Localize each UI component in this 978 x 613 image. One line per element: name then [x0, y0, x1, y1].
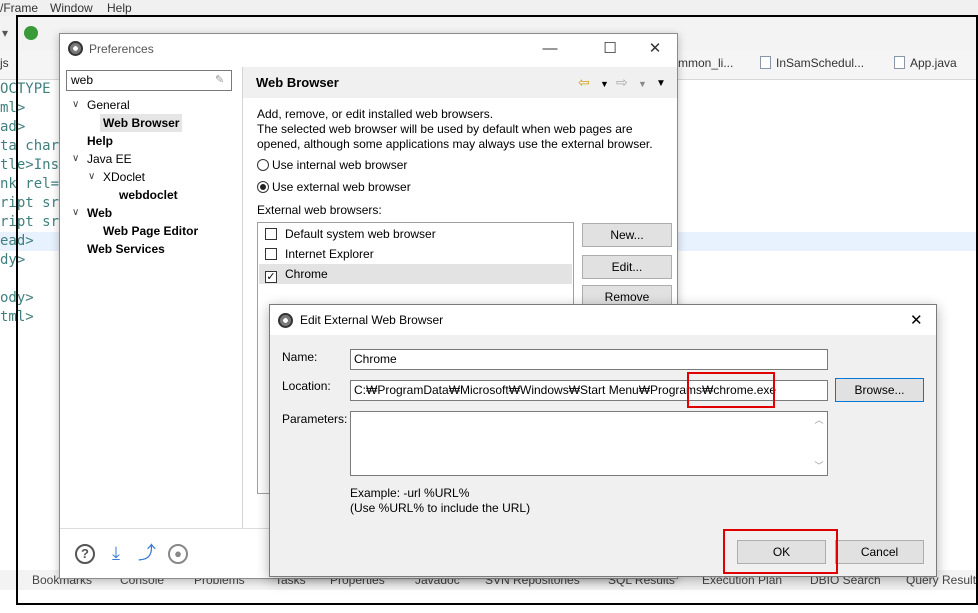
ide-tab-js[interactable]: js	[0, 56, 9, 70]
parameters-label: Parameters:	[282, 412, 348, 426]
java-file-icon	[760, 56, 771, 69]
page-header: Web Browser ⇦ ▼ ⇨ ▼ ▼	[243, 67, 677, 98]
chevron-down-icon[interactable]: ∨	[72, 204, 79, 222]
menu-window[interactable]: Window	[50, 1, 93, 15]
edit-browser-dialog: Edit External Web Browser ✕ Name: Chrome…	[269, 304, 937, 577]
maximize-icon[interactable]: ☐	[590, 38, 630, 60]
close-icon[interactable]: ✕	[635, 38, 675, 60]
back-menu-chevron-icon[interactable]: ▼	[600, 76, 609, 92]
name-label: Name:	[282, 350, 318, 364]
name-field[interactable]: Chrome	[350, 349, 828, 370]
tree-item-web[interactable]: Web	[87, 204, 112, 222]
scroll-up-icon[interactable]: ︿	[812, 413, 826, 426]
code-line: ml>	[0, 100, 26, 116]
help-icon[interactable]: ?	[75, 544, 95, 564]
page-description: Add, remove, or edit installed web brows…	[257, 107, 653, 151]
code-line: ad>	[0, 119, 26, 135]
radio-internal-browser[interactable]: Use internal web browser	[257, 158, 407, 174]
clear-filter-icon[interactable]: ✎	[215, 74, 227, 86]
code-line: ript sr	[0, 214, 60, 230]
export-icon[interactable]: ⤴	[136, 544, 158, 562]
list-item[interactable]: Default system web browser	[259, 224, 572, 244]
edit-browser-button[interactable]: Edit...	[582, 255, 672, 279]
menu-help[interactable]: Help	[107, 1, 132, 15]
preferences-titlebar[interactable]: Preferences — ☐ ✕	[60, 34, 677, 64]
tree-item-xdoclet[interactable]: XDoclet	[103, 168, 145, 186]
tree-item-web-services[interactable]: Web Services	[87, 240, 165, 258]
example-text: Example: -url %URL%	[350, 486, 470, 500]
code-line: tle>Ins	[0, 157, 60, 173]
code-line: ript sr	[0, 195, 60, 211]
chevron-down-icon[interactable]: ∨	[72, 96, 79, 114]
code-line: dy>	[0, 252, 26, 268]
browse-button[interactable]: Browse...	[835, 378, 924, 402]
forward-menu-chevron-icon[interactable]: ▼	[638, 76, 647, 92]
ide-tab-common[interactable]: mmon_li...	[678, 56, 733, 70]
browser-checkbox[interactable]	[265, 228, 277, 240]
edit-dialog-titlebar[interactable]: Edit External Web Browser ✕	[270, 305, 936, 335]
dialog-title: Edit External Web Browser	[300, 313, 444, 327]
code-line: tml>	[0, 309, 34, 325]
radio-external-browser[interactable]: Use external web browser	[257, 180, 411, 196]
code-line: ta char	[0, 138, 60, 154]
record-icon[interactable]: ●	[168, 544, 188, 564]
back-arrow-icon[interactable]: ⇦	[578, 74, 590, 90]
scroll-down-icon[interactable]: ﹀	[812, 459, 826, 472]
java-file-icon	[894, 56, 905, 69]
page-title: Web Browser	[256, 75, 339, 90]
forward-arrow-icon[interactable]: ⇨	[616, 74, 628, 90]
tree-item-webdoclet[interactable]: webdoclet	[119, 186, 178, 204]
tree-item-web-page-editor[interactable]: Web Page Editor	[103, 222, 198, 240]
filter-input[interactable]: web ✎	[66, 70, 232, 91]
code-line: ody>	[0, 290, 34, 306]
code-line: nk rel=	[0, 176, 60, 192]
menu-frame[interactable]: /Frame	[0, 1, 38, 15]
run-icon[interactable]	[24, 26, 38, 40]
tree-item-web-browser[interactable]: Web Browser	[100, 114, 183, 132]
pane-divider[interactable]	[242, 67, 243, 528]
toolbar-chevron-icon[interactable]: ▾	[2, 26, 8, 40]
browser-checkbox-checked[interactable]: ✓	[265, 271, 277, 283]
tree-item-java-ee[interactable]: Java EE	[87, 150, 132, 168]
external-browsers-label: External web browsers:	[257, 203, 382, 217]
ide-menubar: /Frame Window Help	[0, 0, 978, 16]
browser-checkbox[interactable]	[265, 248, 277, 260]
parameters-scrollbar[interactable]: ︿ ﹀	[812, 413, 826, 474]
parameters-field[interactable]: ︿ ﹀	[350, 411, 828, 476]
location-label: Location:	[282, 379, 331, 393]
eclipse-app-icon	[68, 41, 83, 56]
import-icon[interactable]: ⤓	[105, 544, 127, 562]
chevron-down-icon[interactable]: ∨	[88, 168, 95, 186]
location-field[interactable]: C:₩ProgramData₩Microsoft₩Windows₩Start M…	[350, 380, 828, 401]
ide-tab-insamschedule[interactable]: InSamSchedul...	[760, 56, 864, 70]
example-hint: (Use %URL% to include the URL)	[350, 501, 531, 515]
code-line: OCTYPE	[0, 81, 51, 97]
window-title: Preferences	[89, 42, 154, 56]
minimize-icon[interactable]: —	[530, 38, 570, 60]
list-item[interactable]: Internet Explorer	[259, 244, 572, 264]
ide-tab-app-java[interactable]: App.java	[894, 56, 957, 70]
chevron-down-icon[interactable]: ∨	[72, 150, 79, 168]
list-item[interactable]: ✓ Chrome	[259, 264, 572, 284]
view-menu-icon[interactable]: ▼	[656, 76, 666, 92]
new-browser-button[interactable]: New...	[582, 223, 672, 247]
close-icon[interactable]: ✕	[910, 311, 923, 329]
tree-item-help[interactable]: Help	[87, 132, 113, 150]
tree-item-general[interactable]: General	[87, 96, 130, 114]
radio-external-indicator	[257, 181, 269, 193]
eclipse-app-icon	[278, 313, 293, 328]
ok-button[interactable]: OK	[737, 540, 826, 564]
cancel-button[interactable]: Cancel	[835, 540, 924, 564]
radio-internal-indicator	[257, 159, 269, 171]
